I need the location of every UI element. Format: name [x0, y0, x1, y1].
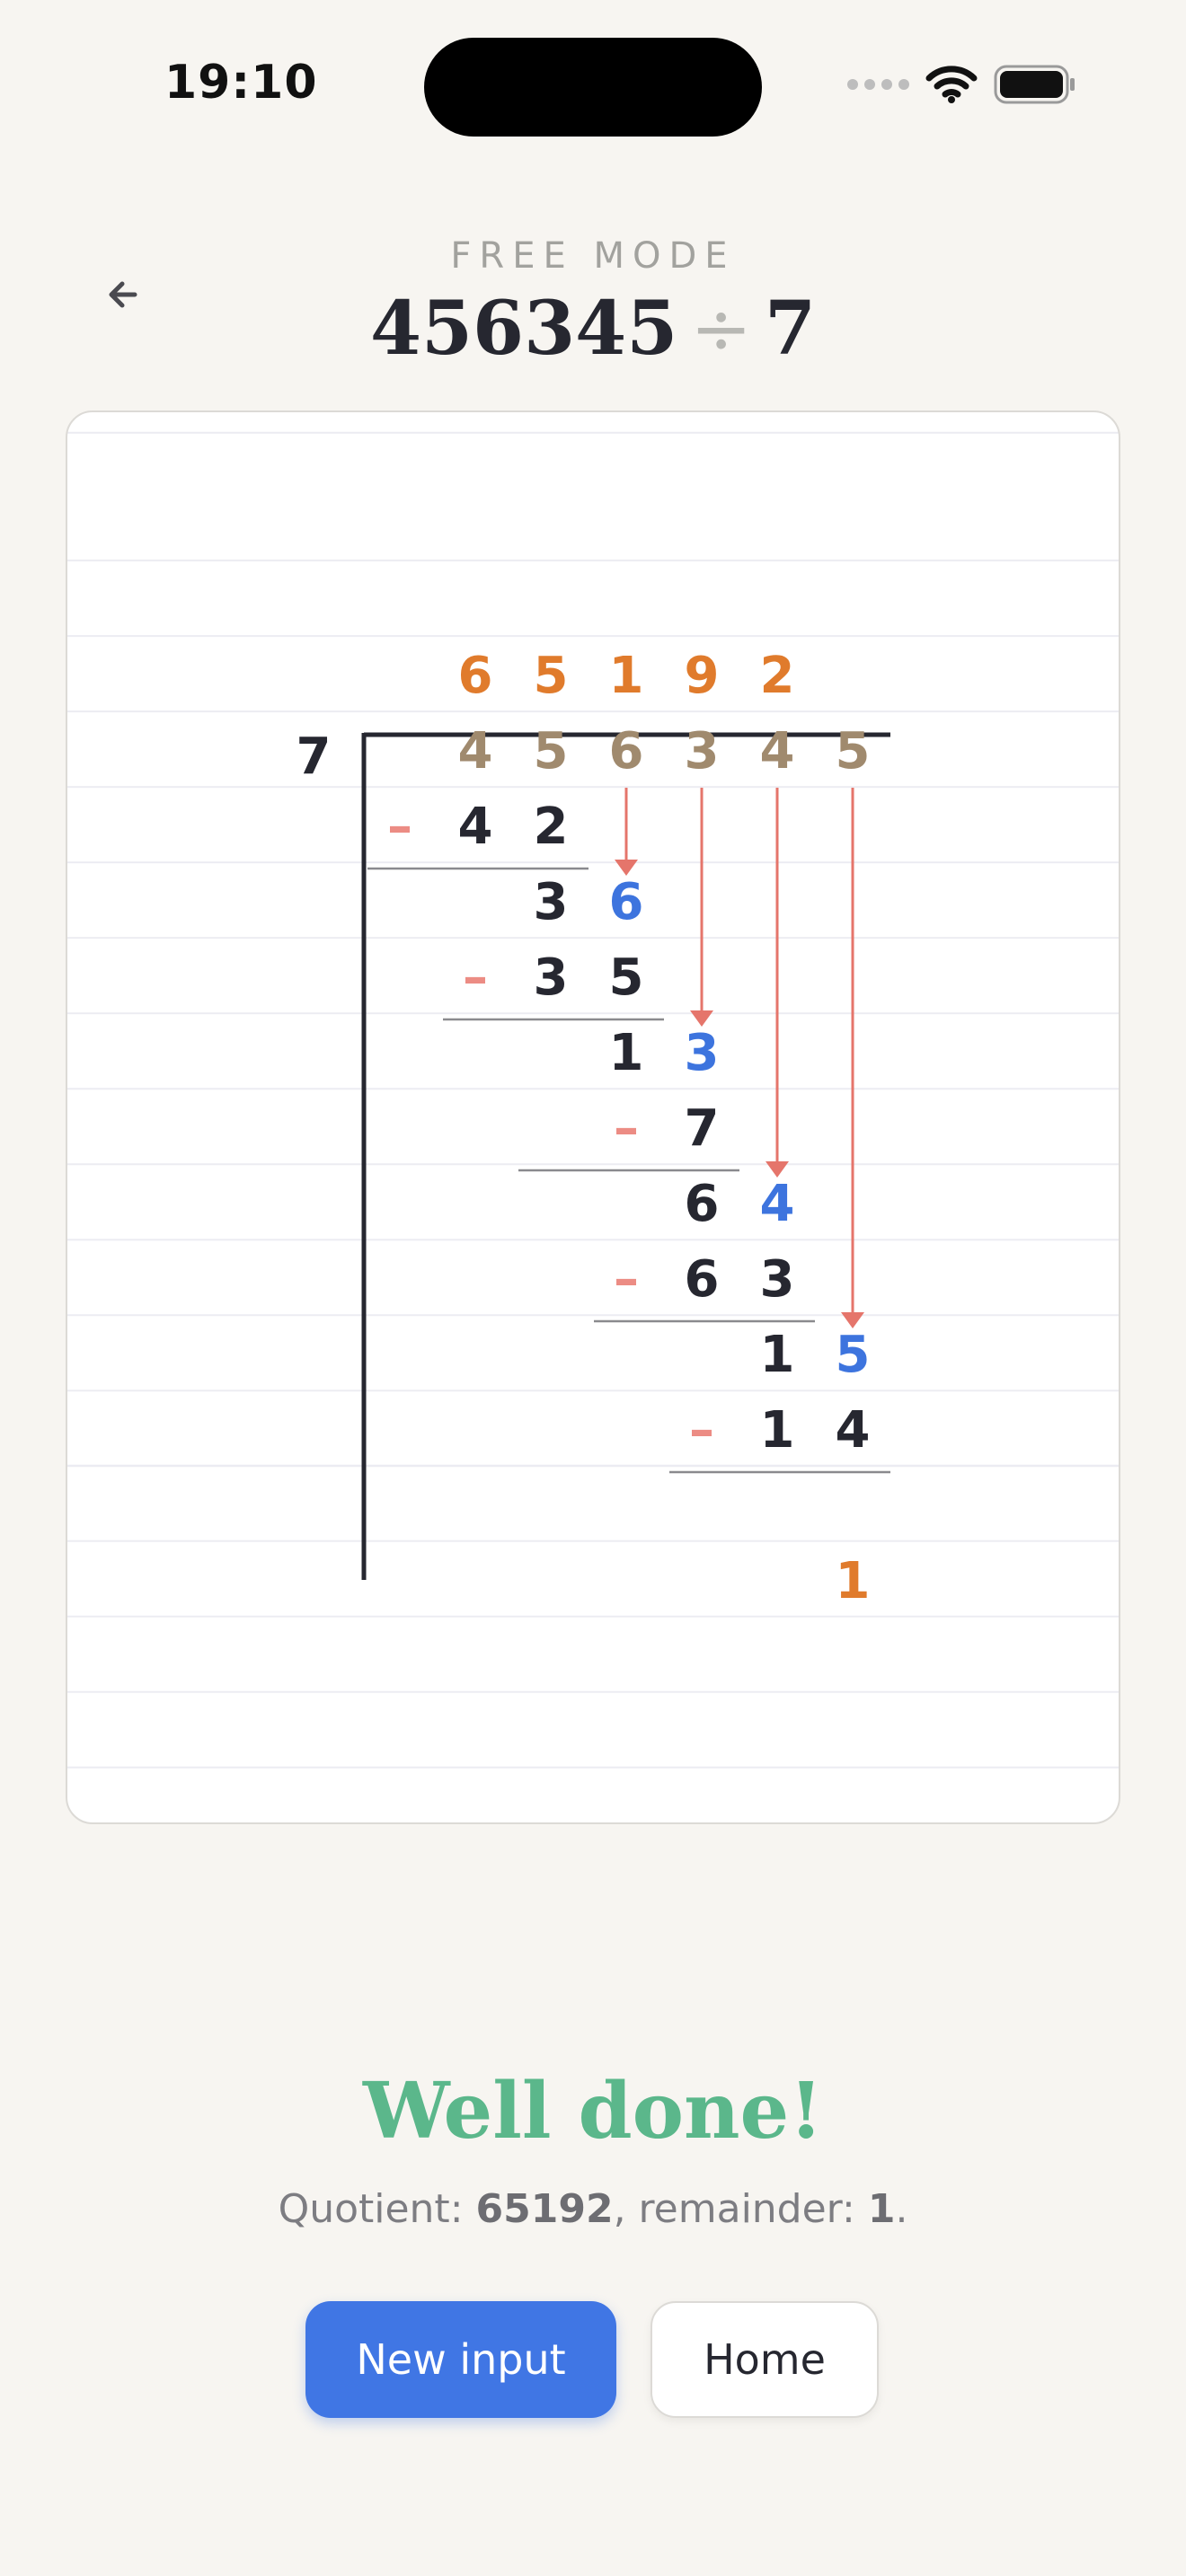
new-input-button[interactable]: New input — [305, 2301, 616, 2418]
quotient-value: 65192 — [475, 2186, 614, 2232]
home-button[interactable]: Home — [651, 2301, 879, 2418]
subtract-digit: 4 — [836, 1401, 871, 1460]
remainder-value: 1 — [867, 2186, 896, 2232]
subtract-digit: 1 — [760, 1401, 795, 1460]
minus-sign: – — [463, 948, 488, 1007]
subtract-digit: 5 — [609, 948, 644, 1007]
minus-sign: – — [614, 1250, 639, 1309]
dividend-digit: 5 — [534, 722, 569, 781]
divisor-digit: 7 — [296, 728, 332, 786]
quotient-label: Quotient: — [278, 2186, 476, 2232]
remainder-label: , remainder: — [613, 2186, 868, 2232]
quotient-digit: 6 — [458, 647, 493, 705]
subtract-digit: 2 — [534, 798, 569, 856]
quotient-digit: 9 — [685, 647, 720, 705]
quotient-digit: 5 — [534, 647, 569, 705]
dividend-digit: 3 — [685, 722, 720, 781]
subtract-digit: 3 — [534, 948, 569, 1007]
dynamic-island — [424, 38, 762, 137]
dividend-digit: 4 — [458, 722, 493, 781]
minus-sign: – — [689, 1401, 714, 1460]
long-division-paper: 6 5 1 9 2 7 4 5 6 3 4 5–4 2 3 6–3 5 1 3–7 6 4–6 3 1 5–1 4 1 — [66, 410, 1120, 1824]
final-remainder: 1 — [836, 1552, 871, 1610]
long-division-drawing: 6 5 1 9 27 4 5 6 3 4 5– 4 23 6– 3 51 3– 76 4– 6 31 5– 1 41 — [296, 647, 890, 1610]
battery-icon — [994, 65, 1076, 104]
brought-down-digit: 6 — [609, 873, 644, 931]
problem-divisor: 7 — [765, 286, 817, 372]
status-icons — [847, 65, 1076, 104]
subtract-digit: 4 — [458, 798, 493, 856]
problem-dividend: 456345 — [369, 286, 678, 372]
quotient-digit: 1 — [609, 647, 644, 705]
dividend-digit: 4 — [760, 722, 795, 781]
minus-sign: – — [614, 1099, 639, 1158]
mode-label: FREE MODE — [450, 235, 736, 277]
remainder-digit: 1 — [760, 1326, 795, 1384]
subtract-digit: 6 — [685, 1250, 720, 1309]
division-operator: ÷ — [690, 287, 752, 372]
dividend-digit: 6 — [609, 722, 644, 781]
remainder-digit: 6 — [685, 1175, 720, 1233]
minus-sign: – — [387, 798, 412, 856]
brought-down-digit: 4 — [760, 1175, 795, 1233]
summary-end: . — [895, 2186, 908, 2232]
signal-icon — [847, 79, 909, 90]
subtract-digit: 7 — [685, 1099, 720, 1158]
result-summary: Quotient: 65192, remainder: 1. — [0, 2186, 1186, 2232]
dividend-digit: 5 — [836, 722, 871, 781]
brought-down-digit: 5 — [836, 1326, 871, 1384]
brought-down-digit: 3 — [685, 1024, 720, 1082]
quotient-digit: 2 — [760, 647, 795, 705]
status-time: 19:10 — [164, 56, 318, 110]
wifi-icon — [925, 66, 978, 103]
subtract-digit: 3 — [760, 1250, 795, 1309]
remainder-digit: 3 — [534, 873, 569, 931]
remainder-digit: 1 — [609, 1024, 644, 1082]
success-title: Well done! — [362, 2066, 824, 2157]
problem-title: 456345 ÷ 7 — [0, 286, 1186, 372]
